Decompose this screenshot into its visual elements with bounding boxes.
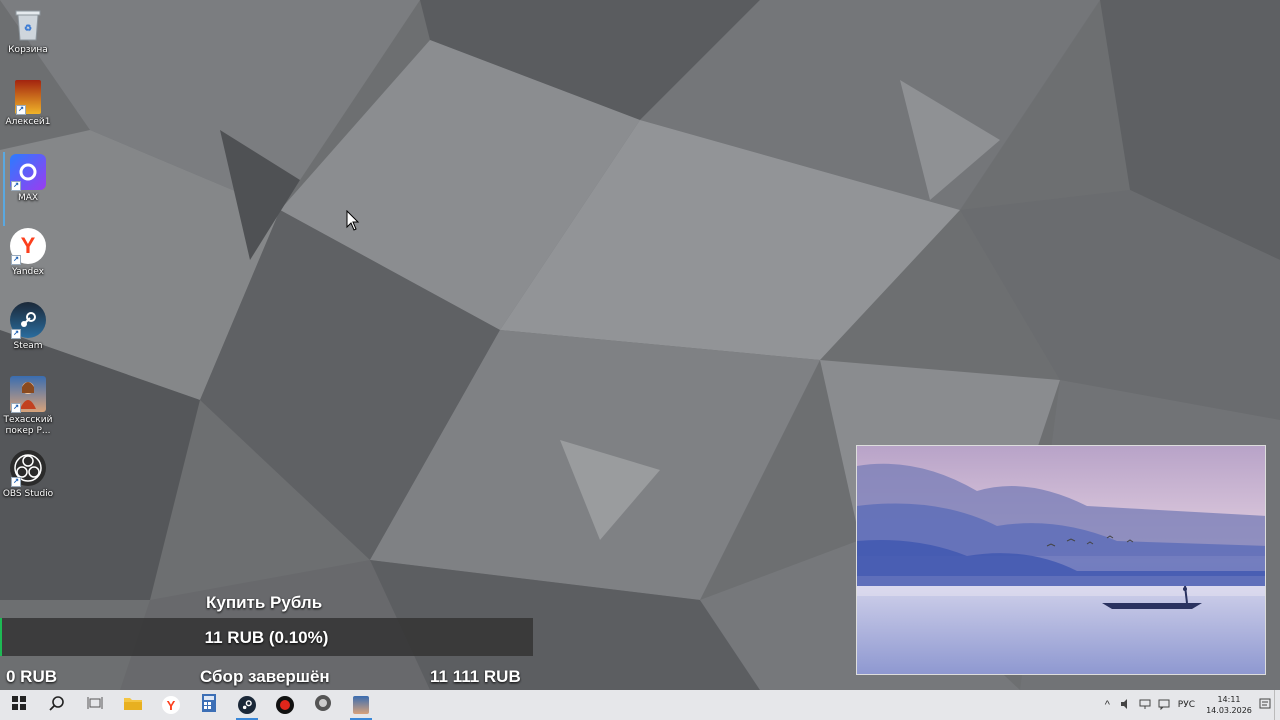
desktop-icon-steam[interactable]: ↗ Steam (0, 298, 56, 352)
yandex-browser-icon: Y (162, 696, 180, 714)
taskbar-explorer[interactable] (114, 690, 152, 720)
chevron-up-icon: ^ (1104, 699, 1110, 711)
action-center-icon (1259, 698, 1271, 713)
speaker-icon (1120, 698, 1132, 713)
recycle-bin-icon: ♻ (10, 6, 46, 42)
clock-time: 14:11 (1217, 695, 1241, 704)
show-desktop-button[interactable] (1274, 690, 1280, 720)
game-icon (314, 694, 332, 717)
desktop-icon-obs[interactable]: ↗ OBS Studio (0, 446, 56, 500)
poker-icon: ↗ (10, 376, 46, 413)
taskbar-red-app[interactable] (266, 690, 304, 720)
obs-icon: ↗ (10, 450, 46, 487)
message-icon (1158, 698, 1170, 713)
game-icon: ↗ (15, 80, 41, 115)
action-center-button[interactable] (1255, 690, 1274, 720)
goal-status: Сбор завершён (200, 667, 330, 686)
taskbar: Y ^ РУС 14:11 14.03.2026 (0, 690, 1280, 720)
desktop-icon-yandex[interactable]: Y ↗ Yandex (0, 224, 56, 278)
yandex-browser-icon: Y ↗ (10, 228, 46, 265)
mouse-cursor-icon (346, 209, 360, 237)
taskbar-calculator[interactable] (190, 690, 228, 720)
shortcut-arrow-icon: ↗ (11, 181, 21, 191)
tray-network[interactable] (1136, 690, 1155, 720)
search-button[interactable] (38, 690, 76, 720)
goal-current-value: 11 RUB (0.10%) (204, 628, 329, 647)
max-messenger-icon: ↗ (10, 154, 46, 191)
tray-notifications[interactable] (1155, 690, 1174, 720)
shortcut-arrow-icon: ↗ (11, 329, 21, 339)
goal-min-label: 0 RUB (6, 667, 58, 686)
svg-text:♻: ♻ (24, 23, 32, 33)
desktop-icon-poker[interactable]: ↗ Техасский покер Р... (0, 372, 56, 437)
file-explorer-icon (124, 696, 142, 715)
taskbar-steam[interactable] (228, 690, 266, 720)
system-tray: ^ РУС 14:11 14.03.2026 (1098, 690, 1280, 720)
network-icon (1139, 698, 1151, 713)
desktop-icon-game[interactable]: ↗ Алексей1 (0, 76, 56, 128)
shortcut-arrow-icon: ↗ (16, 105, 26, 115)
goal-title: Купить Рубль (206, 593, 323, 612)
goal-progress-bar: 11 RUB (0.10%) (0, 618, 533, 656)
search-icon (49, 695, 65, 716)
tray-overflow-button[interactable]: ^ (1098, 690, 1117, 720)
clock-date: 14.03.2026 (1206, 706, 1252, 715)
calculator-icon (202, 693, 216, 717)
desktop-icon-max[interactable]: ↗ MAX (0, 150, 56, 204)
steam-icon: ↗ (10, 302, 46, 339)
taskbar-poker[interactable] (342, 690, 380, 720)
shortcut-arrow-icon: ↗ (11, 403, 21, 413)
language-indicator[interactable]: РУС (1174, 700, 1203, 710)
steam-icon (238, 696, 256, 714)
taskbar-yandex[interactable]: Y (152, 690, 190, 720)
windows-start-icon (12, 695, 26, 715)
clock[interactable]: 14:11 14.03.2026 (1203, 694, 1255, 716)
task-view-icon (87, 696, 103, 715)
taskbar-game[interactable] (304, 690, 342, 720)
shortcut-arrow-icon: ↗ (11, 477, 21, 487)
red-app-icon (276, 696, 294, 714)
landscape-image (856, 445, 1266, 675)
goal-max-label: 11 111 RUB (430, 667, 521, 686)
task-view-button[interactable] (76, 690, 114, 720)
tray-volume[interactable] (1117, 690, 1136, 720)
poker-icon (353, 696, 369, 714)
shortcut-arrow-icon: ↗ (11, 255, 21, 265)
start-button[interactable] (0, 690, 38, 720)
desktop-icon-recycle-bin[interactable]: ♻ Корзина (0, 2, 56, 56)
